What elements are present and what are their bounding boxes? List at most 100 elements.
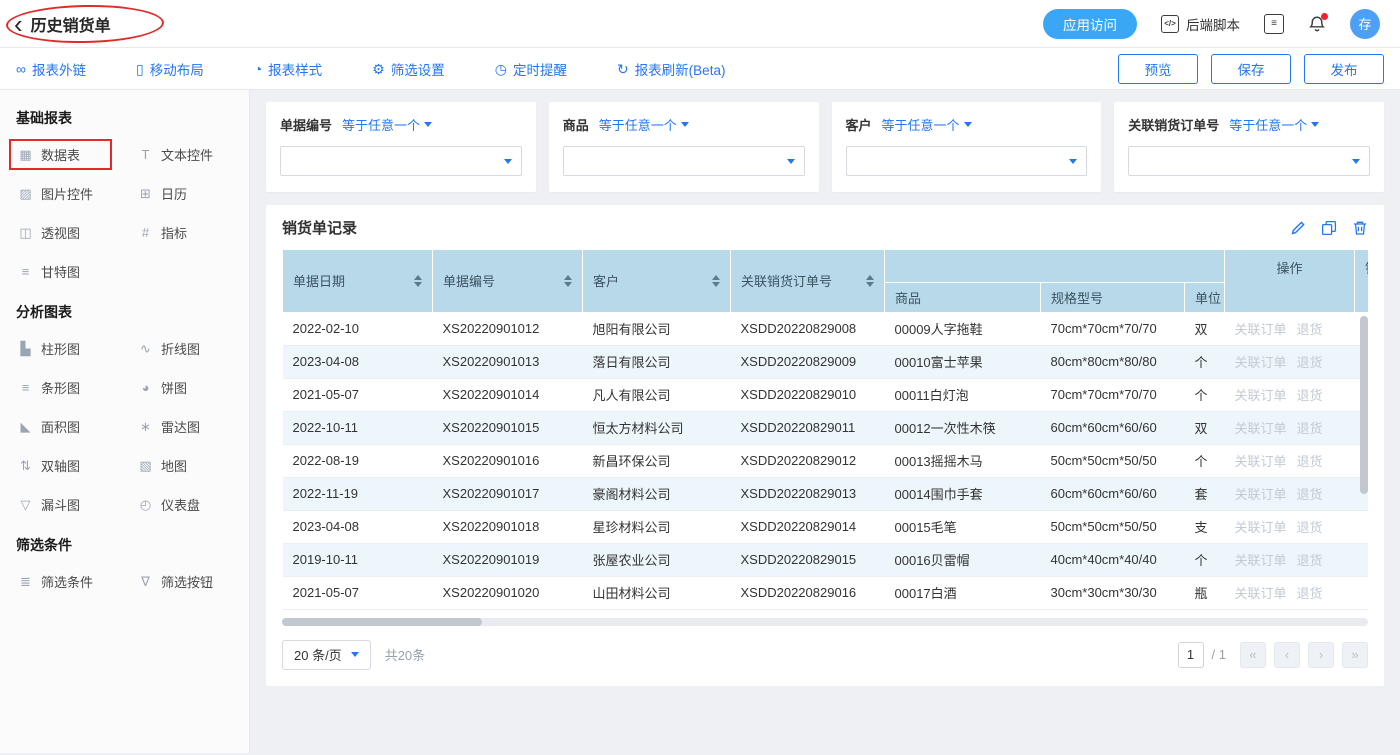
sidebar-item-map[interactable]: ▧ 地图 <box>136 455 189 476</box>
sidebar-item-gauge[interactable]: ◴ 仪表盘 <box>136 494 202 515</box>
sidebar-item-filter-button[interactable]: ∇ 筛选按钮 <box>136 571 215 592</box>
current-page-box[interactable]: 1 <box>1178 642 1204 668</box>
sidebar-item-data-table[interactable]: ▦ 数据表 <box>16 144 82 165</box>
related-order-link[interactable]: 关联订单 <box>1235 520 1287 535</box>
cell-related-order: XSDD20220829016 <box>731 576 885 609</box>
horizontal-scrollbar-track[interactable] <box>282 618 1368 626</box>
sidebar-item-filter-condition[interactable]: ≣ 筛选条件 <box>16 571 95 592</box>
app-access-button[interactable]: 应用访问 <box>1043 9 1137 39</box>
cell-spec: 70cm*70cm*70/70 <box>1041 312 1185 345</box>
report-external-link-icon: ∞ <box>16 62 26 76</box>
sidebar-item-dual-axis-chart[interactable]: ⇅ 双轴图 <box>16 455 82 476</box>
chevron-down-icon <box>1311 122 1319 127</box>
sidebar-item-bar-chart[interactable]: ≡ 条形图 <box>16 377 82 398</box>
cell-product: 00011白灯泡 <box>885 378 1041 411</box>
sidebar-item-text-widget[interactable]: T 文本控件 <box>136 144 215 165</box>
return-link[interactable]: 退货 <box>1297 421 1323 436</box>
sidebar-item-calendar[interactable]: ⊞ 日历 <box>136 183 189 204</box>
filter-operator-dropdown[interactable]: 等于任意一个 <box>882 115 972 134</box>
page-size-select[interactable]: 20 条/页 <box>282 640 371 670</box>
related-order-link[interactable]: 关联订单 <box>1235 487 1287 502</box>
filter-value-select[interactable] <box>280 146 522 176</box>
return-link[interactable]: 退货 <box>1297 355 1323 370</box>
related-order-link[interactable]: 关联订单 <box>1235 388 1287 403</box>
toolbar-link-mobile-layout[interactable]: ▯ 移动布局 <box>136 59 204 79</box>
filter-value-select[interactable] <box>1128 146 1370 176</box>
cell-order-date: 2021-05-07 <box>283 576 433 609</box>
last-page-button[interactable]: » <box>1342 642 1368 668</box>
return-link[interactable]: 退货 <box>1297 520 1323 535</box>
sort-icon[interactable] <box>564 275 572 287</box>
copy-icon[interactable] <box>1321 220 1337 236</box>
filter-operator-dropdown[interactable]: 等于任意一个 <box>342 115 432 134</box>
filter-operator-dropdown[interactable]: 等于任意一个 <box>1229 115 1319 134</box>
toolbar-link-report-external-link[interactable]: ∞ 报表外链 <box>16 59 86 79</box>
col-header-order-date[interactable]: 单据日期 <box>283 250 433 312</box>
return-link[interactable]: 退货 <box>1297 586 1323 601</box>
related-order-link[interactable]: 关联订单 <box>1235 553 1287 568</box>
cell-customer: 张屋农业公司 <box>583 543 731 576</box>
sidebar-item-pivot-view[interactable]: ◫ 透视图 <box>16 222 82 243</box>
prev-page-button[interactable]: ‹ <box>1274 642 1300 668</box>
sidebar-item-icon: ◫ <box>18 225 33 241</box>
return-link[interactable]: 退货 <box>1297 553 1323 568</box>
related-order-link[interactable]: 关联订单 <box>1235 586 1287 601</box>
related-order-link[interactable]: 关联订单 <box>1235 454 1287 469</box>
cell-spec: 60cm*60cm*60/60 <box>1041 477 1185 510</box>
table-row: 2023-04-08 XS20220901013 落日有限公司 XSDD2022… <box>283 345 1369 378</box>
related-order-link[interactable]: 关联订单 <box>1235 355 1287 370</box>
filter-value-select[interactable] <box>846 146 1088 176</box>
backend-script-button[interactable]: </> 后端脚本 <box>1161 14 1240 34</box>
col-header-unit[interactable]: 单位 <box>1185 282 1225 312</box>
sidebar-item-image-widget[interactable]: ▨ 图片控件 <box>16 183 95 204</box>
sidebar-item-pie-chart[interactable]: ◕ 饼图 <box>136 377 189 398</box>
preview-button[interactable]: 预览 <box>1118 54 1198 84</box>
sidebar-item-line-chart[interactable]: ∿ 折线图 <box>136 338 202 359</box>
cell-order-date: 2023-04-08 <box>283 345 433 378</box>
filter-operator-dropdown[interactable]: 等于任意一个 <box>599 115 689 134</box>
vertical-scrollbar-thumb[interactable] <box>1360 316 1368 494</box>
sort-icon[interactable] <box>712 275 720 287</box>
col-header-order-no[interactable]: 单据编号 <box>433 250 583 312</box>
return-link[interactable]: 退货 <box>1297 322 1323 337</box>
notification-bell[interactable] <box>1308 15 1326 33</box>
related-order-link[interactable]: 关联订单 <box>1235 322 1287 337</box>
filter-value-select[interactable] <box>563 146 805 176</box>
return-link[interactable]: 退货 <box>1297 487 1323 502</box>
related-order-link[interactable]: 关联订单 <box>1235 421 1287 436</box>
cell-order-no: XS20220901014 <box>433 378 583 411</box>
sidebar-item-indicator[interactable]: # 指标 <box>136 222 189 243</box>
next-page-button[interactable]: › <box>1308 642 1334 668</box>
cell-product: 00013摇摇木马 <box>885 444 1041 477</box>
col-header-related-order[interactable]: 关联销货订单号 <box>731 250 885 312</box>
sidebar-item-icon: ▽ <box>18 497 33 513</box>
return-link[interactable]: 退货 <box>1297 388 1323 403</box>
save-button[interactable]: 保存 <box>1211 54 1291 84</box>
return-link[interactable]: 退货 <box>1297 454 1323 469</box>
back-icon[interactable]: ‹ <box>14 13 23 35</box>
sidebar-item-radar-chart[interactable]: ∗ 雷达图 <box>136 416 202 437</box>
toolbar-link-report-refresh[interactable]: ↻ 报表刷新(Beta) <box>617 59 726 79</box>
sort-icon[interactable] <box>866 275 874 287</box>
filter-field-label: 关联销货订单号 <box>1128 115 1219 134</box>
trash-icon[interactable] <box>1352 220 1368 236</box>
table-title: 销货单记录 <box>282 217 357 238</box>
col-header-spec[interactable]: 规格型号 <box>1041 282 1185 312</box>
toolbar-link-report-style[interactable]: ◔ 报表样式 <box>254 59 322 79</box>
publish-button[interactable]: 发布 <box>1304 54 1384 84</box>
avatar[interactable]: 存 <box>1350 9 1380 39</box>
toolbar-link-filter-settings[interactable]: ⚙ 筛选设置 <box>372 59 445 79</box>
sort-icon[interactable] <box>414 275 422 287</box>
api-docs-icon[interactable]: ≡ <box>1264 14 1284 34</box>
toolbar-link-timed-reminder[interactable]: ◷ 定时提醒 <box>495 59 567 79</box>
sidebar-item-column-chart[interactable]: ▙ 柱形图 <box>16 338 82 359</box>
edit-icon[interactable] <box>1290 220 1306 236</box>
sidebar-item-funnel-chart[interactable]: ▽ 漏斗图 <box>16 494 82 515</box>
sidebar-item-area-chart[interactable]: ◣ 面积图 <box>16 416 82 437</box>
first-page-button[interactable]: « <box>1240 642 1266 668</box>
table-row: 2023-04-08 XS20220901018 星珍材料公司 XSDD2022… <box>283 510 1369 543</box>
col-header-product[interactable]: 商品 <box>885 282 1041 312</box>
sidebar-item-gantt[interactable]: ≡ 甘特图 <box>16 261 82 282</box>
horizontal-scrollbar-thumb[interactable] <box>282 618 482 626</box>
col-header-customer[interactable]: 客户 <box>583 250 731 312</box>
